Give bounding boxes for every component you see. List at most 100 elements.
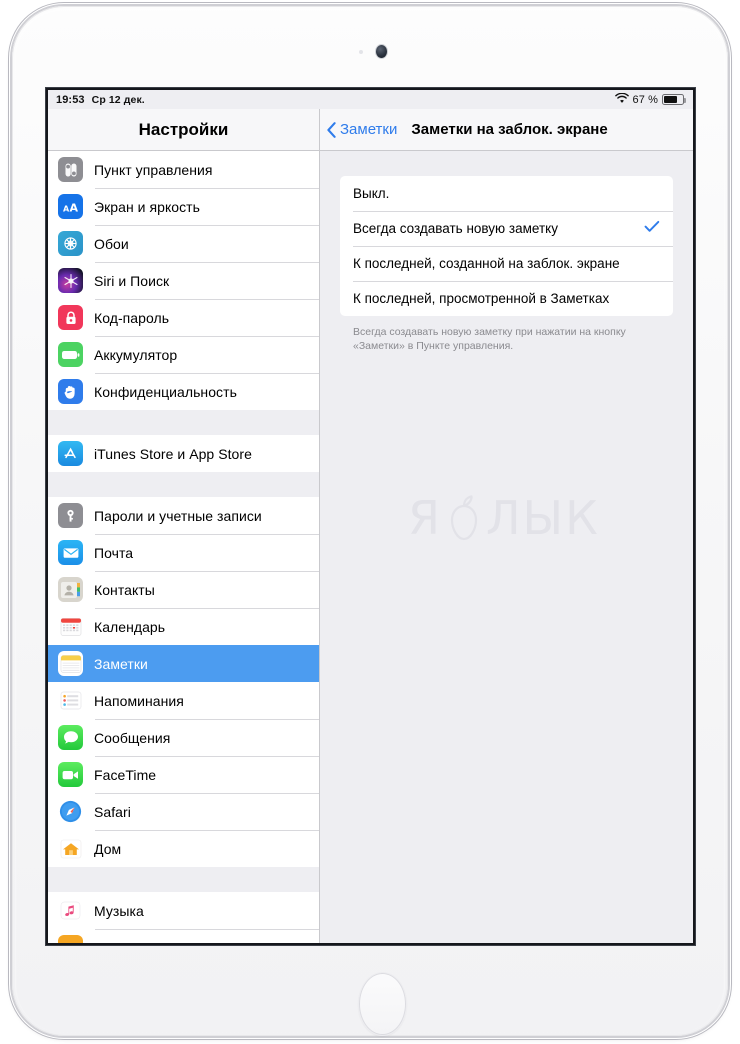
sidebar-item-label: Календарь: [94, 618, 166, 635]
battery-icon: [58, 342, 83, 367]
status-bar-right: 67 %: [614, 92, 693, 107]
split-view: Настройки Пункт управления A A Экран и я…: [48, 109, 693, 943]
settings-sidebar[interactable]: Настройки Пункт управления A A Экран и я…: [48, 109, 320, 943]
sidebar-item-calendar[interactable]: Календарь: [48, 608, 319, 645]
sidebar-item-facetime[interactable]: FaceTime: [48, 756, 319, 793]
option-row[interactable]: К последней, созданной на заблок. экране: [340, 246, 673, 281]
sidebar-item-notes[interactable]: Заметки: [48, 645, 319, 682]
option-label: К последней, созданной на заблок. экране: [353, 256, 620, 271]
sidebar-group-separator: [48, 472, 319, 497]
app-store-icon: [58, 441, 83, 466]
sidebar-group-3: Пароли и учетные записи Почта Контакты К…: [48, 497, 319, 867]
checkmark-icon: [644, 220, 660, 238]
sidebar-item-mail[interactable]: Почта: [48, 534, 319, 571]
home-button[interactable]: [359, 973, 406, 1035]
option-row[interactable]: К последней, просмотренной в Заметках: [340, 281, 673, 316]
status-bar-left: 19:53 Ср 12 дек.: [48, 94, 145, 106]
sidebar-group-2: iTunes Store и App Store: [48, 435, 319, 472]
footnote-text: Всегда создавать новую заметку при нажат…: [353, 326, 626, 352]
passcode-lock-icon: [58, 305, 83, 330]
option-label: Выкл.: [353, 186, 390, 201]
option-label: Всегда создавать новую заметку: [353, 221, 558, 236]
sidebar-item-label: Напоминания: [94, 692, 184, 709]
front-camera-icon: [376, 45, 387, 58]
sidebar-item-itunes-app-store[interactable]: iTunes Store и App Store: [48, 435, 319, 472]
sidebar-item-label: Музыка: [94, 902, 144, 919]
sidebar-item-label: Дом: [94, 840, 122, 857]
sidebar-item-passwords-accounts[interactable]: Пароли и учетные записи: [48, 497, 319, 534]
sidebar-group-separator: [48, 410, 319, 435]
svg-text:A: A: [69, 201, 78, 214]
detail-navbar: Заметки Заметки на заблок. экране: [320, 109, 693, 151]
ambient-light-sensor-icon: [359, 50, 363, 54]
sidebar-group-separator: [48, 867, 319, 892]
status-bar: 19:53 Ср 12 дек. 67 %: [48, 90, 693, 109]
facetime-icon: [58, 762, 83, 787]
sidebar-item-music[interactable]: Музыка: [48, 892, 319, 929]
sidebar-item-passcode[interactable]: Код-пароль: [48, 299, 319, 336]
display-brightness-icon: A A: [58, 194, 83, 219]
status-time: 19:53: [56, 93, 85, 106]
safari-icon: [58, 799, 83, 824]
sidebar-item-privacy[interactable]: Конфиденциальность: [48, 373, 319, 410]
partial-app-icon: [58, 935, 83, 943]
sidebar-group-1: Пункт управления A A Экран и яркость Обо…: [48, 151, 319, 410]
calendar-icon: [58, 614, 83, 639]
music-icon: [58, 898, 83, 923]
sidebar-item-home[interactable]: Дом: [48, 830, 319, 867]
sidebar-item-label: Экран и яркость: [94, 198, 200, 215]
back-button[interactable]: Заметки: [326, 121, 397, 139]
control-center-icon: [58, 157, 83, 182]
wifi-icon: [614, 92, 629, 107]
sidebar-item-partial[interactable]: [48, 929, 319, 943]
reminders-icon: [58, 688, 83, 713]
privacy-hand-icon: [58, 379, 83, 404]
battery-icon: [662, 94, 686, 105]
apple-logo-icon: [443, 493, 485, 543]
page-title: Настройки: [138, 119, 229, 139]
sidebar-item-label: Заметки: [94, 655, 148, 672]
notes-icon: [58, 651, 83, 676]
sidebar-item-safari[interactable]: Safari: [48, 793, 319, 830]
ipad-screen: 19:53 Ср 12 дек. 67 % Настройки Пункт уп…: [48, 90, 693, 943]
sidebar-item-label: Код-пароль: [94, 309, 170, 326]
sidebar-item-label: FaceTime: [94, 766, 157, 783]
siri-search-icon: [58, 268, 83, 293]
options-card: Выкл. Всегда создавать новую заметку К п…: [340, 176, 673, 316]
watermark-text-before: Я: [408, 491, 442, 545]
watermark-text-after: ЛЫК: [485, 491, 600, 545]
chevron-left-icon: [326, 121, 337, 139]
option-label: К последней, просмотренной в Заметках: [353, 291, 610, 306]
sidebar-item-siri-search[interactable]: Siri и Поиск: [48, 262, 319, 299]
sidebar-item-label: Пароли и учетные записи: [94, 507, 262, 524]
sidebar-item-contacts[interactable]: Контакты: [48, 571, 319, 608]
sidebar-item-messages[interactable]: Сообщения: [48, 719, 319, 756]
sidebar-item-label: Контакты: [94, 581, 155, 598]
sidebar-item-label: Обои: [94, 235, 129, 252]
sidebar-item-reminders[interactable]: Напоминания: [48, 682, 319, 719]
sidebar-item-label: Аккумулятор: [94, 346, 178, 363]
mail-icon: [58, 540, 83, 565]
home-icon: [58, 836, 83, 861]
sidebar-item-wallpaper[interactable]: Обои: [48, 225, 319, 262]
watermark: Я ЛЫК: [408, 491, 600, 545]
messages-icon: [58, 725, 83, 750]
detail-body: Выкл. Всегда создавать новую заметку К п…: [320, 151, 693, 353]
contacts-icon: [58, 577, 83, 602]
sidebar-item-label: Пункт управления: [94, 161, 213, 178]
sidebar-item-label: Safari: [94, 803, 131, 820]
detail-pane: Я ЛЫК Заметки Заметки на заблок. экране …: [320, 109, 693, 943]
sidebar-group-4: Музыка: [48, 892, 319, 943]
detail-title: Заметки на заблок. экране: [411, 121, 608, 138]
sidebar-item-display-brightness[interactable]: A A Экран и яркость: [48, 188, 319, 225]
back-button-label: Заметки: [340, 121, 398, 138]
sidebar-item-battery[interactable]: Аккумулятор: [48, 336, 319, 373]
sidebar-navbar: Настройки: [48, 109, 319, 151]
sidebar-item-label: Сообщения: [94, 729, 171, 746]
option-row[interactable]: Всегда создавать новую заметку: [340, 211, 673, 246]
sidebar-item-label: iTunes Store и App Store: [94, 445, 252, 462]
battery-percent-label: 67 %: [632, 93, 658, 106]
wallpaper-icon: [58, 231, 83, 256]
option-row[interactable]: Выкл.: [340, 176, 673, 211]
sidebar-item-control-center[interactable]: Пункт управления: [48, 151, 319, 188]
